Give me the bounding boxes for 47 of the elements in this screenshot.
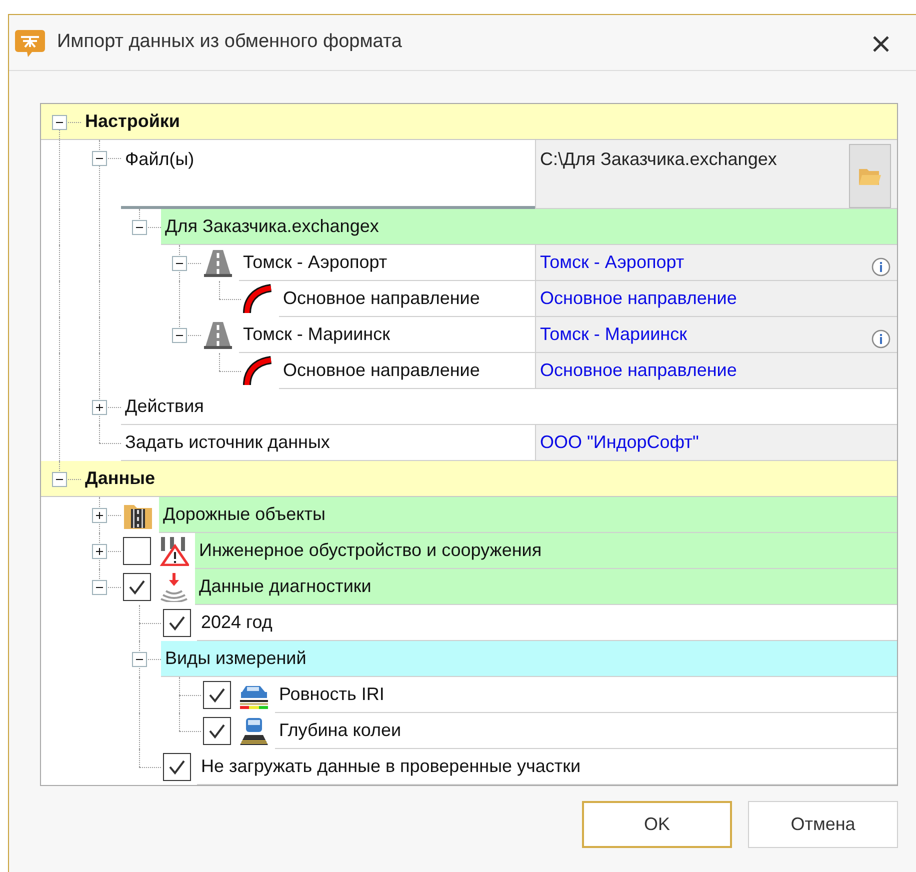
expand-toggle[interactable]	[52, 115, 67, 130]
expand-toggle[interactable]	[92, 400, 107, 415]
expand-toggle[interactable]	[132, 652, 147, 667]
row-label: Для Заказчика.exchangex	[161, 209, 897, 245]
signal-icon	[159, 572, 189, 602]
row-label: Инженерное обустройство и сооружения	[195, 533, 897, 569]
checkbox[interactable]	[123, 573, 151, 601]
row-label: 2024 год	[201, 611, 272, 634]
checkbox[interactable]	[203, 681, 231, 709]
checkbox[interactable]	[163, 753, 191, 781]
row-label: Глубина колеи	[279, 719, 402, 742]
curve-icon	[243, 284, 273, 314]
section-title: Настройки	[85, 110, 180, 133]
row-label: Не загружать данные в проверенные участки	[201, 755, 581, 778]
folder-icon	[858, 166, 882, 186]
warning-sign-icon	[159, 536, 189, 566]
road-icon	[203, 320, 233, 350]
expand-toggle[interactable]	[92, 151, 107, 166]
checkbox[interactable]	[123, 537, 151, 565]
section-title: Данные	[85, 467, 155, 490]
row-label: Виды измерений	[161, 641, 897, 677]
row-label: Томск - Аэропорт	[243, 251, 388, 274]
curve-icon	[243, 356, 273, 386]
car-on-road-icon	[239, 716, 269, 746]
expand-toggle[interactable]	[172, 256, 187, 271]
row-label: Задать источник данных	[125, 431, 330, 454]
row-label: Основное направление	[283, 359, 480, 382]
row-label: Ровность IRI	[279, 683, 384, 706]
file-path: C:\Для Заказчика.exchangex	[540, 148, 778, 171]
checkbox[interactable]	[163, 609, 191, 637]
checkbox[interactable]	[203, 717, 231, 745]
dialog-button[interactable]: OK	[582, 801, 732, 848]
expand-toggle[interactable]	[172, 328, 187, 343]
road-icon	[203, 248, 233, 278]
expand-toggle[interactable]	[52, 472, 67, 487]
row-label: Данные диагностики	[195, 569, 897, 605]
row-label: Томск - Мариинск	[243, 323, 390, 346]
row-label: Дорожные объекты	[159, 497, 897, 533]
expand-toggle[interactable]	[92, 508, 107, 523]
expand-toggle[interactable]	[92, 544, 107, 559]
window-title: Импорт данных из обменного формата	[57, 30, 402, 54]
expand-toggle[interactable]	[132, 220, 147, 235]
row-label: Файл(ы)	[125, 148, 194, 171]
expand-toggle[interactable]	[92, 580, 107, 595]
row-label: Действия	[125, 395, 204, 418]
row-label: Основное направление	[283, 287, 480, 310]
dialog-button[interactable]: Отмена	[748, 801, 898, 848]
